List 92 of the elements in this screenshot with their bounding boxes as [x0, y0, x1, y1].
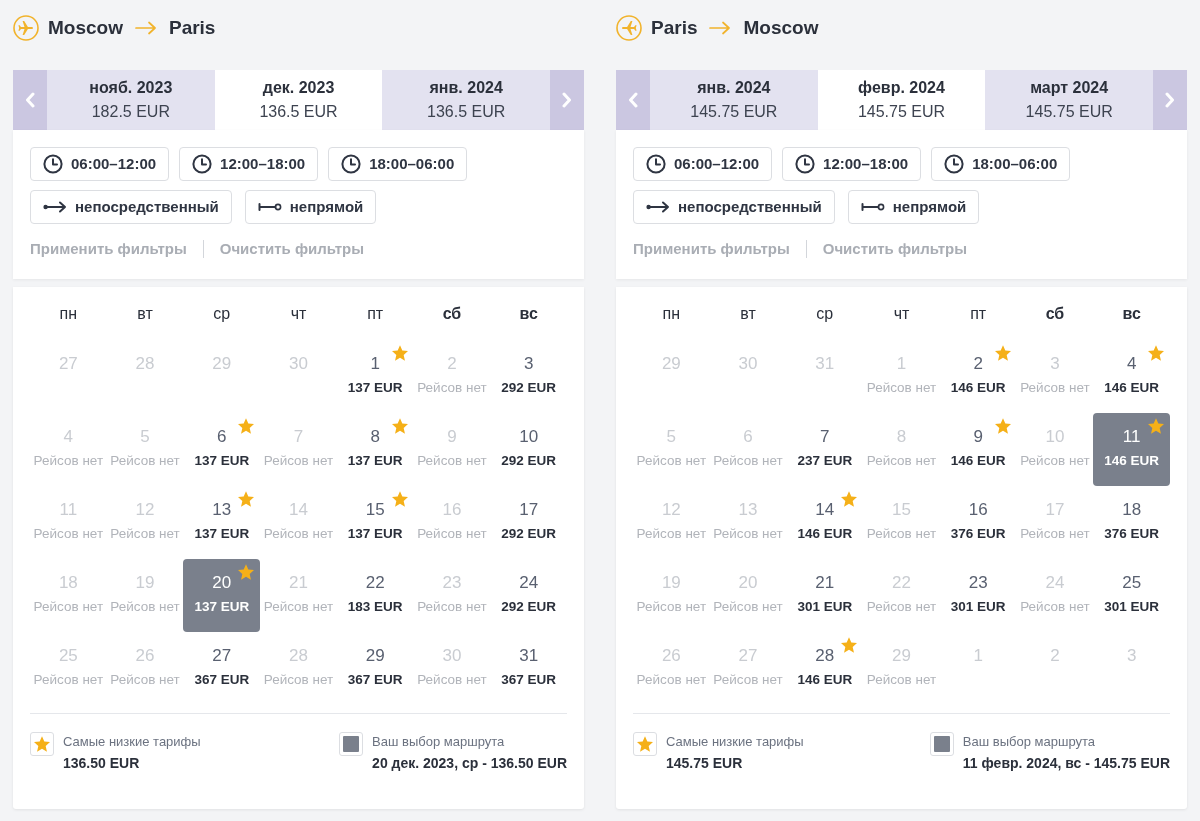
city-name: Paris: [168, 15, 216, 40]
legend-value: 20 дек. 2023, ср - 136.50 EUR: [372, 754, 567, 773]
filter-chip[interactable]: 06:00–12:00: [30, 147, 170, 181]
weekday-label: вс: [519, 304, 538, 324]
chevron-right-icon: [1165, 92, 1175, 108]
legend-label: Самые низкие тарифы: [63, 733, 201, 751]
filter-chip[interactable]: непрямой: [847, 190, 980, 224]
month-tab[interactable]: нояб. 2023 182.5 EUR: [47, 70, 215, 130]
calendar-day[interactable]: 9 146 EUR: [939, 413, 1017, 486]
calendar-day[interactable]: 27 367 EUR: [183, 632, 261, 705]
indirect-route-icon: [860, 202, 885, 212]
weekday-label: чт: [893, 304, 910, 324]
weekday-label: чт: [290, 304, 307, 324]
calendar-day[interactable]: 8 137 EUR: [336, 413, 414, 486]
calendar-day[interactable]: 6 137 EUR: [183, 413, 261, 486]
calendar-day[interactable]: 2 146 EUR: [939, 340, 1017, 413]
calendar-day[interactable]: 25 301 EUR: [1093, 559, 1170, 632]
weekday-label: вт: [740, 304, 756, 324]
weekday-label: пн: [59, 304, 78, 324]
month-tab[interactable]: февр. 2024 145.75 EUR: [817, 70, 986, 130]
calendar-day[interactable]: 11 146 EUR: [1093, 413, 1170, 486]
filter-chip[interactable]: непрямой: [244, 190, 377, 224]
month-tab[interactable]: март 2024 145.75 EUR: [985, 70, 1153, 130]
legend-label: Самые низкие тарифы: [666, 733, 804, 751]
filter-chip[interactable]: непосредственный: [30, 190, 232, 224]
next-month-button[interactable]: [1153, 70, 1187, 130]
arrow-right-icon: [134, 21, 157, 35]
calendar-day[interactable]: 21 301 EUR: [786, 559, 864, 632]
chevron-left-icon: [628, 92, 638, 108]
weekday-label: пн: [662, 304, 681, 324]
month-tab[interactable]: дек. 2023 136.5 EUR: [214, 70, 383, 130]
calendar-day[interactable]: 17 292 EUR: [490, 486, 567, 559]
calendar-day[interactable]: 22 183 EUR: [336, 559, 414, 632]
arrow-right-icon: [709, 21, 732, 35]
weekday-label: вс: [1122, 304, 1141, 324]
weekday-label: сб: [1045, 304, 1065, 324]
filter-chip[interactable]: непосредственный: [633, 190, 835, 224]
clock-icon: [341, 154, 362, 174]
chevron-right-icon: [562, 92, 572, 108]
plane-icon: [616, 15, 642, 41]
calendar-day[interactable]: 31 367 EUR: [490, 632, 567, 705]
legend-label: Ваш выбор маршрута: [372, 733, 506, 751]
plane-icon: [13, 15, 39, 41]
indirect-route-icon: [257, 202, 282, 212]
filter-chip[interactable]: 12:00–18:00: [179, 147, 319, 181]
calendar-day[interactable]: 4 146 EUR: [1093, 340, 1170, 413]
city-name: Moscow: [743, 15, 819, 40]
swatch-icon: [339, 732, 364, 756]
calendar-day[interactable]: 20 137 EUR: [183, 559, 261, 632]
legend-value: 136.50 EUR: [63, 754, 141, 773]
filter-chip[interactable]: 12:00–18:00: [782, 147, 922, 181]
calendar-day[interactable]: 18 376 EUR: [1093, 486, 1170, 559]
weekday-label: пт: [367, 304, 384, 324]
calendar-day[interactable]: 16 376 EUR: [939, 486, 1017, 559]
clock-icon: [646, 154, 666, 174]
direct-route-icon: [43, 201, 67, 213]
clock-icon: [43, 154, 63, 174]
legend-label: Ваш выбор маршрута: [962, 733, 1096, 751]
calendar-day[interactable]: 24 292 EUR: [490, 559, 567, 632]
clock-icon: [944, 154, 965, 174]
filter-chip[interactable]: 06:00–12:00: [633, 147, 773, 181]
weekday-label: вт: [137, 304, 153, 324]
previous-month-button[interactable]: [616, 70, 650, 130]
month-tab[interactable]: янв. 2024 145.75 EUR: [650, 70, 818, 130]
calendar-day[interactable]: 3 292 EUR: [490, 340, 567, 413]
filter-chip[interactable]: 18:00–06:00: [931, 147, 1071, 181]
filter-chip[interactable]: 18:00–06:00: [328, 147, 468, 181]
weekday-label: пт: [970, 304, 987, 324]
calendar-day[interactable]: 29 367 EUR: [336, 632, 414, 705]
legend-value: 11 февр. 2024, вс - 145.75 EUR: [962, 754, 1170, 773]
swatch-icon: [929, 732, 954, 756]
month-tab[interactable]: янв. 2024 136.5 EUR: [382, 70, 550, 130]
calendar-day[interactable]: 10 292 EUR: [490, 413, 567, 486]
calendar-day[interactable]: 28 146 EUR: [786, 632, 864, 705]
direct-route-icon: [646, 201, 670, 213]
calendar-day[interactable]: 7 237 EUR: [786, 413, 864, 486]
chevron-left-icon: [25, 92, 35, 108]
legend-value: 145.75 EUR: [666, 754, 744, 773]
calendar-day[interactable]: 15 137 EUR: [336, 486, 414, 559]
calendar-day[interactable]: 14 146 EUR: [786, 486, 864, 559]
calendar-day[interactable]: 13 137 EUR: [183, 486, 261, 559]
weekday-label: сб: [442, 304, 462, 324]
weekday-label: ср: [213, 304, 231, 324]
next-month-button[interactable]: [550, 70, 584, 130]
calendar-day[interactable]: 23 301 EUR: [939, 559, 1017, 632]
calendar-day[interactable]: 1 137 EUR: [336, 340, 414, 413]
city-name: Moscow: [48, 15, 123, 40]
weekday-label: ср: [816, 304, 834, 324]
previous-month-button[interactable]: [13, 70, 47, 130]
clock-icon: [795, 154, 816, 174]
city-name: Paris: [651, 15, 698, 40]
clock-icon: [192, 154, 213, 174]
